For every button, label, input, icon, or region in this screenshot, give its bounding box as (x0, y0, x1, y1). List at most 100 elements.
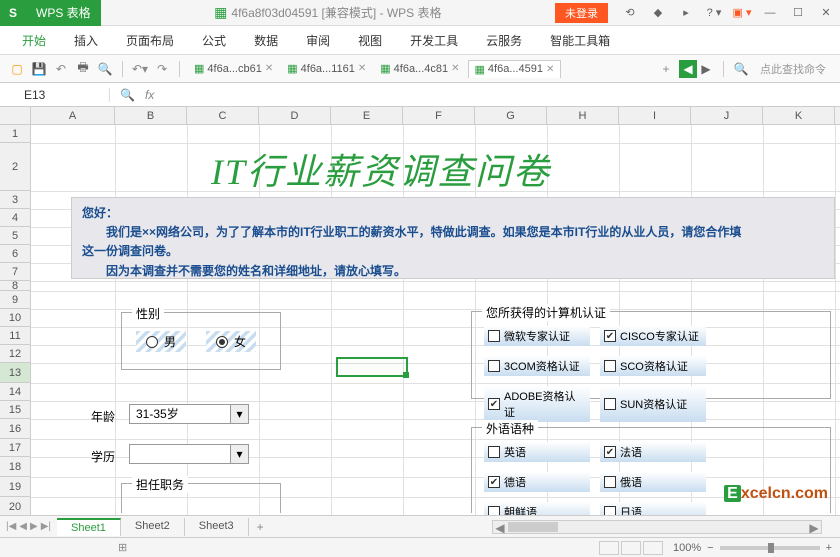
row-header-18[interactable]: 18 (0, 457, 30, 477)
zoom-out-button[interactable]: − (707, 542, 713, 554)
select-all-cell[interactable] (0, 107, 31, 124)
row-header-5[interactable]: 5 (0, 227, 30, 245)
row-header-19[interactable]: 19 (0, 477, 30, 497)
feedback-icon[interactable]: ▸ (672, 0, 700, 26)
print-icon[interactable]: 🖶 (74, 60, 92, 78)
row-header-3[interactable]: 3 (0, 191, 30, 209)
menu-插入[interactable]: 插入 (60, 28, 112, 53)
name-box[interactable]: E13 (0, 88, 110, 102)
row-header-12[interactable]: 12 (0, 345, 30, 363)
row-header-6[interactable]: 6 (0, 245, 30, 263)
search-icon[interactable]: 🔍 (732, 60, 750, 78)
first-sheet-button[interactable]: |◀ (6, 521, 16, 532)
redo-icon[interactable]: ↷ (153, 60, 171, 78)
col-header-A[interactable]: A (31, 107, 115, 124)
sync-icon[interactable]: ⟲ (616, 0, 644, 26)
row-header-9[interactable]: 9 (0, 291, 30, 309)
cert-checkbox[interactable]: ✔CISCO专家认证 (600, 326, 706, 346)
menu-审阅[interactable]: 审阅 (292, 28, 344, 53)
lang-checkbox[interactable]: 英语 (484, 442, 590, 462)
sheet-tab-Sheet3[interactable]: Sheet3 (185, 518, 249, 536)
cert-checkbox[interactable]: SUN资格认证 (600, 386, 706, 422)
preview-icon[interactable]: 🔍 (96, 60, 114, 78)
menu-智能工具箱[interactable]: 智能工具箱 (536, 28, 624, 53)
close-tab-icon[interactable]: ✕ (265, 63, 273, 74)
page-view-button[interactable] (621, 541, 641, 555)
col-header-C[interactable]: C (187, 107, 259, 124)
menu-开发工具[interactable]: 开发工具 (396, 28, 472, 53)
close-tab-icon[interactable]: ✕ (451, 63, 459, 74)
close-tab-icon[interactable]: ✕ (358, 63, 366, 74)
cert-checkbox[interactable]: 微软专家认证 (484, 326, 590, 346)
tab-prev-button[interactable]: ◀ (679, 60, 697, 78)
file-tab[interactable]: ▦4f6a...4591✕ (468, 60, 562, 78)
row-header-1[interactable]: 1 (0, 125, 30, 143)
row-header-13[interactable]: 13 (0, 363, 30, 383)
col-header-F[interactable]: F (403, 107, 475, 124)
menu-云服务[interactable]: 云服务 (472, 28, 536, 53)
menu-视图[interactable]: 视图 (344, 28, 396, 53)
file-tab[interactable]: ▦4f6a...1161✕ (281, 60, 372, 77)
fx-icon[interactable]: fx (145, 88, 154, 102)
row-header-7[interactable]: 7 (0, 263, 30, 281)
col-header-K[interactable]: K (763, 107, 835, 124)
row-header-11[interactable]: 11 (0, 327, 30, 345)
scrollbar-thumb[interactable] (508, 522, 558, 532)
row-header-17[interactable]: 17 (0, 439, 30, 457)
minimize-button[interactable]: — (756, 0, 784, 26)
skin-icon[interactable]: ◆ (644, 0, 672, 26)
horizontal-scrollbar[interactable]: ◀ ▶ (492, 520, 822, 534)
menu-公式[interactable]: 公式 (188, 28, 240, 53)
gender-radio-男[interactable]: 男 (136, 331, 186, 352)
lang-checkbox[interactable]: 朝鲜语 (484, 502, 590, 515)
input-mode-icon[interactable]: ⊞ (118, 541, 127, 554)
prev-sheet-button[interactable]: ◀ (19, 521, 27, 532)
last-sheet-button[interactable]: ▶| (41, 521, 51, 532)
cert-checkbox[interactable]: 3COM资格认证 (484, 356, 590, 376)
spreadsheet-grid[interactable]: IT行业薪资调查问卷 您好： 我们是××网络公司，为了了解本市的IT行业职工的薪… (31, 125, 840, 515)
min-toolbar-icon[interactable]: ▣ ▾ (728, 0, 756, 26)
file-tab[interactable]: ▦4f6a...4c81✕ (374, 60, 465, 77)
add-sheet-button[interactable]: + (249, 520, 272, 534)
edu-combobox[interactable]: ▾ (129, 444, 249, 464)
row-header-4[interactable]: 4 (0, 209, 30, 227)
sheet-tab-Sheet1[interactable]: Sheet1 (57, 518, 121, 536)
col-header-I[interactable]: I (619, 107, 691, 124)
cert-checkbox[interactable]: ✔ADOBE资格认证 (484, 386, 590, 422)
col-header-E[interactable]: E (331, 107, 403, 124)
row-header-10[interactable]: 10 (0, 309, 30, 327)
save-icon[interactable]: 💾 (30, 60, 48, 78)
undo2-icon[interactable]: ↶▾ (131, 60, 149, 78)
tab-next-button[interactable]: ▶ (697, 60, 715, 78)
gender-radio-女[interactable]: 女 (206, 331, 256, 352)
row-header-14[interactable]: 14 (0, 383, 30, 401)
login-button[interactable]: 未登录 (555, 3, 608, 23)
maximize-button[interactable]: ☐ (784, 0, 812, 26)
close-button[interactable]: ✕ (812, 0, 840, 26)
normal-view-button[interactable] (599, 541, 619, 555)
new-icon[interactable]: ▢ (8, 60, 26, 78)
zoom-in-button[interactable]: + (826, 542, 832, 554)
row-header-15[interactable]: 15 (0, 401, 30, 419)
chevron-down-icon[interactable]: ▾ (230, 405, 248, 423)
cert-checkbox[interactable]: SCO资格认证 (600, 356, 706, 376)
file-tab[interactable]: ▦4f6a...cb61✕ (188, 60, 279, 77)
search-fx-icon[interactable]: 🔍 (120, 88, 135, 102)
reading-view-button[interactable] (643, 541, 663, 555)
add-tab-button[interactable]: + (657, 60, 675, 78)
help-icon[interactable]: ? ▾ (700, 0, 728, 26)
menu-数据[interactable]: 数据 (240, 28, 292, 53)
row-header-20[interactable]: 20 (0, 497, 30, 515)
row-header-2[interactable]: 2 (0, 143, 30, 191)
menu-开始[interactable]: 开始 (8, 28, 60, 53)
col-header-B[interactable]: B (115, 107, 187, 124)
age-combobox[interactable]: 31-35岁 ▾ (129, 404, 249, 424)
sheet-tab-Sheet2[interactable]: Sheet2 (121, 518, 185, 536)
row-header-8[interactable]: 8 (0, 281, 30, 291)
zoom-control[interactable]: 100% − + (673, 542, 832, 554)
chevron-down-icon[interactable]: ▾ (230, 445, 248, 463)
row-header-16[interactable]: 16 (0, 419, 30, 439)
search-command[interactable]: 点此查找命令 (754, 61, 832, 77)
menu-页面布局[interactable]: 页面布局 (112, 28, 188, 53)
col-header-H[interactable]: H (547, 107, 619, 124)
